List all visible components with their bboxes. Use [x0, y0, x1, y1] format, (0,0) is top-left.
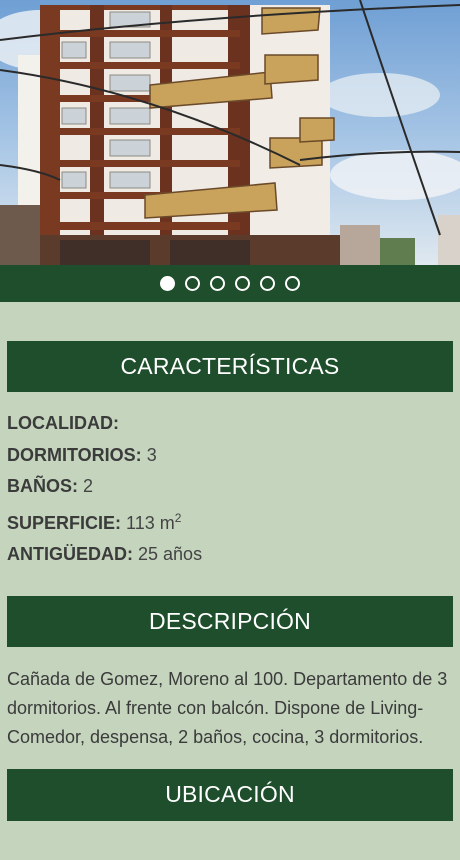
ubicacion-header: UBICACIÓN: [7, 768, 453, 821]
feature-antiguedad: ANTIGÜEDAD: 25 años: [7, 539, 453, 571]
feature-localidad: LOCALIDAD:: [7, 408, 453, 440]
banos-label: BAÑOS:: [7, 476, 78, 496]
carousel-dot[interactable]: [160, 276, 175, 291]
carousel-dot[interactable]: [285, 276, 300, 291]
feature-superficie: SUPERFICIE: 113 m2: [7, 503, 453, 540]
building-illustration: [0, 0, 460, 265]
superficie-value: 113 m: [126, 512, 175, 533]
banos-value: 2: [83, 476, 94, 496]
caracteristicas-title: CARACTERÍSTICAS: [120, 353, 340, 379]
carousel-dot[interactable]: [235, 276, 250, 291]
descripcion-title: DESCRIPCIÓN: [149, 607, 311, 634]
caracteristicas-header: CARACTERÍSTICAS: [7, 341, 453, 392]
carousel-indicators: [0, 265, 460, 302]
carousel-dot[interactable]: [185, 276, 200, 291]
localidad-label: LOCALIDAD:: [7, 413, 119, 433]
features-list: LOCALIDAD: DORMITORIOS: 3 BAÑOS: 2 SUPER…: [0, 392, 460, 571]
property-photo[interactable]: [0, 0, 460, 265]
dormitorios-label: DORMITORIOS:: [7, 444, 142, 465]
antiguedad-value: 25 años: [138, 544, 203, 564]
dormitorios-value: 3: [146, 444, 157, 465]
feature-banos: BAÑOS: 2: [7, 471, 453, 503]
feature-dormitorios: DORMITORIOS: 3: [7, 440, 453, 472]
ubicacion-title: UBICACIÓN: [165, 781, 295, 807]
antiguedad-label: ANTIGÜEDAD:: [7, 544, 133, 564]
carousel-dot[interactable]: [260, 276, 275, 291]
descripcion-header: DESCRIPCIÓN: [7, 595, 453, 647]
superficie-label: SUPERFICIE:: [7, 512, 122, 533]
superficie-exponent: 2: [174, 510, 182, 525]
carousel-dot[interactable]: [210, 276, 225, 291]
description-text: Cañada de Gomez, Moreno al 100. Departam…: [7, 668, 448, 747]
